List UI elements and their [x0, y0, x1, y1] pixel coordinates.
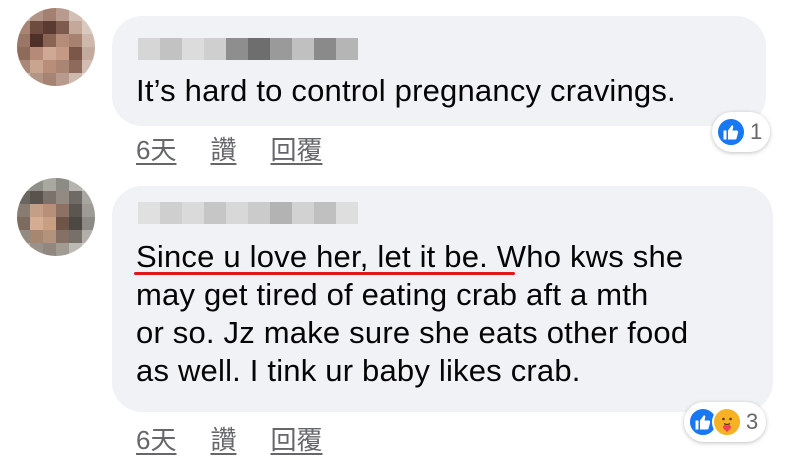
reply-button[interactable]: 回覆 — [270, 420, 322, 457]
timestamp-link[interactable]: 6天 — [136, 130, 176, 167]
like-button[interactable]: 讚 — [210, 130, 236, 167]
avatar[interactable] — [17, 8, 95, 86]
comment-text: It’s hard to control pregnancy cravings. — [136, 73, 676, 108]
reply-button[interactable]: 回覆 — [270, 130, 322, 167]
comment-actions: 6天 讚 回覆 — [136, 420, 323, 457]
comment-bubble: Since u love her, let it be. Who kws she… — [112, 186, 773, 412]
reaction-count: 3 — [746, 409, 759, 434]
like-button[interactable]: 讚 — [210, 420, 236, 457]
red-underline-annotation — [134, 272, 515, 275]
comment-text: Since u love her, let it be. Who kws she… — [136, 238, 766, 390]
comment-bubble: It’s hard to control pregnancy cravings. — [112, 16, 766, 126]
reaction-count: 1 — [750, 119, 763, 144]
like-icon — [716, 117, 746, 147]
comment-actions: 6天 讚 回覆 — [136, 130, 323, 167]
author-name[interactable] — [138, 38, 358, 60]
timestamp-link[interactable]: 6天 — [136, 420, 176, 457]
avatar[interactable] — [17, 178, 95, 256]
care-icon — [712, 407, 742, 437]
author-name[interactable] — [138, 202, 358, 224]
underlined-phrase: Since u love her, let it be — [136, 239, 480, 274]
reaction-summary[interactable]: 3 — [684, 402, 767, 442]
reaction-summary[interactable]: 1 — [712, 112, 771, 152]
